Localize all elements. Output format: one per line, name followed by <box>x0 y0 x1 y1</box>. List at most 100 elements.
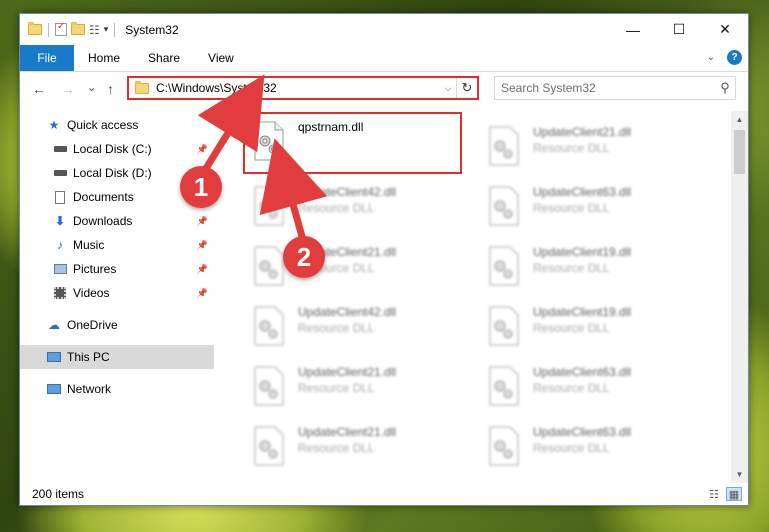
search-input[interactable] <box>495 80 715 96</box>
qat-dropdown-icon[interactable]: ▾ <box>104 24 109 35</box>
file-type: Resource DLL <box>533 141 610 155</box>
file-type: Resource DLL <box>298 201 375 215</box>
nav-item-label: Local Disk (C:) <box>73 142 152 156</box>
nav-item-label: Pictures <box>73 262 117 276</box>
nav-item-label: Network <box>67 382 112 396</box>
address-path[interactable]: C:\Windows\System32 <box>156 81 440 95</box>
nav-item-music[interactable]: ♪ Music 📌 <box>20 233 214 257</box>
search-box[interactable]: ⚲ <box>494 76 736 100</box>
nav-item-network[interactable]: Network <box>20 377 214 401</box>
nav-item-local-disk-c[interactable]: Local Disk (C:) 📌 <box>20 137 214 161</box>
scroll-up-icon[interactable]: ▲ <box>731 111 748 128</box>
file-name: UpdateClient63.dll <box>533 425 632 439</box>
file-type: Resource DLL <box>533 381 610 395</box>
nav-item-videos[interactable]: Videos 📌 <box>20 281 214 305</box>
videos-icon <box>52 285 68 301</box>
properties-icon[interactable] <box>55 21 67 36</box>
file-item[interactable]: UpdateClient21.dll Resource DLL <box>245 239 481 297</box>
nav-item-onedrive[interactable]: ☁ OneDrive <box>20 313 214 337</box>
view-options-icon[interactable]: ☷ <box>89 23 100 37</box>
nav-item-label: This PC <box>67 350 110 364</box>
divider <box>48 22 49 37</box>
address-bar[interactable]: C:\Windows\System32 ⌵ ↻ <box>127 76 479 100</box>
file-item[interactable]: UpdateClient42.dll Resource DLL <box>245 299 481 357</box>
nav-item-quick-access[interactable]: ★ Quick access <box>20 113 214 137</box>
new-folder-icon[interactable] <box>71 22 85 35</box>
file-item[interactable]: UpdateClient63.dll Resource DLL <box>480 179 716 237</box>
file-name: UpdateClient63.dll <box>533 185 632 199</box>
minimize-button[interactable]: — <box>610 14 656 45</box>
title-bar: ☷ ▾ System32 — ☐ ✕ <box>20 14 748 45</box>
cloud-icon: ☁ <box>48 318 60 332</box>
nav-item-downloads[interactable]: ⬇ Downloads 📌 <box>20 209 214 233</box>
folder-icon <box>135 80 149 94</box>
file-item[interactable]: UpdateClient19.dll Resource DLL <box>480 299 716 357</box>
file-name: UpdateClient19.dll <box>533 305 632 319</box>
drive-icon <box>52 141 68 157</box>
ribbon-tabs: File Home Share View ⌄ ? <box>20 45 748 72</box>
file-name: UpdateClient63.dll <box>533 365 632 379</box>
nav-item-label: Documents <box>73 190 134 204</box>
tab-file[interactable]: File <box>20 45 74 71</box>
file-item[interactable]: UpdateClient21.dll Resource DLL <box>480 119 716 177</box>
file-name: UpdateClient42.dll <box>298 305 397 319</box>
dll-file-icon <box>489 186 519 226</box>
up-button[interactable]: ↑ <box>107 81 114 97</box>
nav-item-label: Music <box>73 238 105 252</box>
address-row: ← → ⌄ ↑ C:\Windows\System32 ⌵ ↻ ⚲ <box>20 72 748 106</box>
pin-icon[interactable]: 📌 <box>197 216 208 227</box>
nav-item-label: Local Disk (D:) <box>73 166 152 180</box>
details-view-icon[interactable]: ☷ <box>706 487 722 501</box>
nav-item-pictures[interactable]: Pictures 📌 <box>20 257 214 281</box>
close-button[interactable]: ✕ <box>702 14 748 45</box>
recent-locations-button[interactable]: ⌄ <box>87 81 96 94</box>
window-title: System32 <box>125 22 179 37</box>
dll-file-icon <box>254 186 284 226</box>
back-button[interactable]: ← <box>32 81 46 97</box>
maximize-button[interactable]: ☐ <box>656 14 702 45</box>
file-item[interactable]: UpdateClient21.dll Resource DLL <box>245 359 481 417</box>
scroll-down-icon[interactable]: ▼ <box>731 466 748 483</box>
search-icon[interactable]: ⚲ <box>715 80 735 96</box>
network-icon <box>46 381 62 397</box>
folder-icon <box>28 22 42 35</box>
quick-access-toolbar: ☷ ▾ <box>20 21 117 37</box>
dll-file-icon <box>254 366 284 406</box>
dll-file-icon <box>254 246 284 286</box>
download-icon: ⬇ <box>54 214 66 228</box>
view-switcher: ☷ ▦ <box>706 487 742 501</box>
file-item[interactable]: UpdateClient63.dll Resource DLL <box>480 419 716 477</box>
file-type: Resource DLL <box>298 321 375 335</box>
music-icon: ♪ <box>57 238 63 252</box>
file-name: UpdateClient21.dll <box>298 425 397 439</box>
nav-item-label: OneDrive <box>67 318 118 332</box>
large-icons-view-icon[interactable]: ▦ <box>726 487 742 501</box>
tab-view[interactable]: View <box>194 45 248 71</box>
expand-ribbon-icon[interactable]: ⌄ <box>707 52 715 63</box>
file-item[interactable]: UpdateClient19.dll Resource DLL <box>480 239 716 297</box>
pin-icon[interactable]: 📌 <box>197 288 208 299</box>
address-dropdown-icon[interactable]: ⌵ <box>440 83 456 94</box>
file-item[interactable]: UpdateClient21.dll Resource DLL <box>245 419 481 477</box>
file-item[interactable]: UpdateClient63.dll Resource DLL <box>480 359 716 417</box>
scroll-thumb[interactable] <box>734 130 745 174</box>
help-icon[interactable]: ? <box>727 50 742 65</box>
file-item[interactable]: UpdateClient42.dll Resource DLL <box>245 179 481 237</box>
ribbon-right: ⌄ ? <box>707 50 742 65</box>
tab-home[interactable]: Home <box>74 45 134 71</box>
refresh-button[interactable]: ↻ <box>456 78 477 98</box>
forward-button[interactable]: → <box>61 81 75 97</box>
file-item[interactable]: qpstrnam.dll <box>243 112 462 174</box>
window-controls: — ☐ ✕ <box>610 14 748 45</box>
vertical-scrollbar[interactable]: ▲ ▼ <box>731 111 748 483</box>
nav-item-label: Videos <box>73 286 110 300</box>
dll-file-icon <box>254 121 284 161</box>
pin-icon[interactable]: 📌 <box>197 240 208 251</box>
file-name: UpdateClient21.dll <box>298 365 397 379</box>
pin-icon[interactable]: 📌 <box>197 264 208 275</box>
nav-item-this-pc[interactable]: This PC <box>20 345 214 369</box>
dll-file-icon <box>489 126 519 166</box>
pin-icon[interactable]: 📌 <box>197 144 208 155</box>
tab-share[interactable]: Share <box>134 45 194 71</box>
dll-file-icon <box>489 306 519 346</box>
